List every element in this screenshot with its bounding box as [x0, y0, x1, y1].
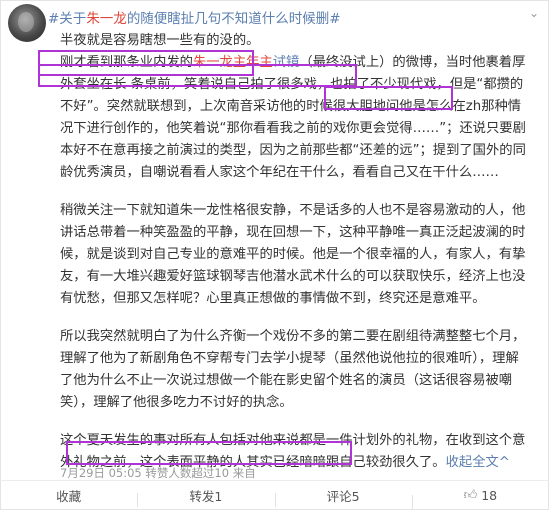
thumbs-up-icon: 👍︎ [463, 488, 478, 503]
line-1a: 刚才看到那条业内发的 [60, 55, 193, 70]
like-count: 18 [481, 488, 498, 503]
comment-button[interactable]: 评论5 [274, 486, 412, 507]
like-button[interactable]: 👍︎ 18 [411, 488, 549, 509]
line-0: 半夜就是容易瞎想一些有的没的。 [60, 33, 260, 48]
post-meta: 7月29日 05:05 转赞人数超过10 来自 [60, 465, 256, 481]
collapse-arrow-icon[interactable]: ^ [499, 455, 510, 470]
paragraph-3: 所以我突然就明白了为什么齐衡一个戏份不多的第二要在剧组待满整整七个月，理解了他为… [60, 329, 526, 410]
paragraph-1: 半夜就是容易瞎想一些有的没的。 刚才看到那条业内发的朱一龙主年主试镜（最终没试上… [60, 30, 532, 184]
topic-link[interactable]: 试镜 [273, 55, 300, 70]
headline-name: 朱一龙 [86, 11, 127, 27]
action-bar: 收藏 转发1 评论5 👍︎ 18 [0, 480, 549, 510]
favorite-label: 收藏 [56, 489, 82, 504]
avatar[interactable] [8, 4, 46, 42]
collapse-link[interactable]: 收起全文 [446, 455, 499, 470]
repost-label: 转发1 [189, 489, 223, 504]
para1-rest-a: 条桌前，笑着说自己拍了很多戏，也拍了不少现代戏， [130, 77, 450, 92]
post-headline[interactable]: #关于朱一龙的随便瞎扯几句不知道什么时候删# [48, 8, 341, 30]
topic-name[interactable]: 朱一龙主年主 [193, 55, 273, 70]
post-body: 半夜就是容易瞎想一些有的没的。 刚才看到那条业内发的朱一龙主年主试镜（最终没试上… [60, 30, 532, 490]
comment-label: 评论5 [326, 489, 360, 504]
timestamp[interactable]: 7月29日 05:05 [60, 466, 142, 480]
likes-note: 转赞人数超过10 来自 [145, 466, 256, 480]
repost-button[interactable]: 转发1 [137, 486, 274, 507]
paragraph-2: 稍微关注一下就知道朱一龙性格很安静，不是话多的人也不是容易激动的人，他讲话总带着… [60, 203, 526, 306]
favorite-button[interactable]: 收藏 [0, 486, 137, 505]
chevron-down-icon[interactable]: ⌄ [529, 6, 539, 20]
headline-suffix: 的随便瞎扯几句不知道什么时候删# [126, 11, 341, 27]
para1-rest-b: 。突然就联想到，上次南音采访他的时候很大胆地问他是怎么在zh那种情况下进行创作的… [60, 99, 526, 180]
headline-prefix: #关于 [48, 11, 87, 27]
